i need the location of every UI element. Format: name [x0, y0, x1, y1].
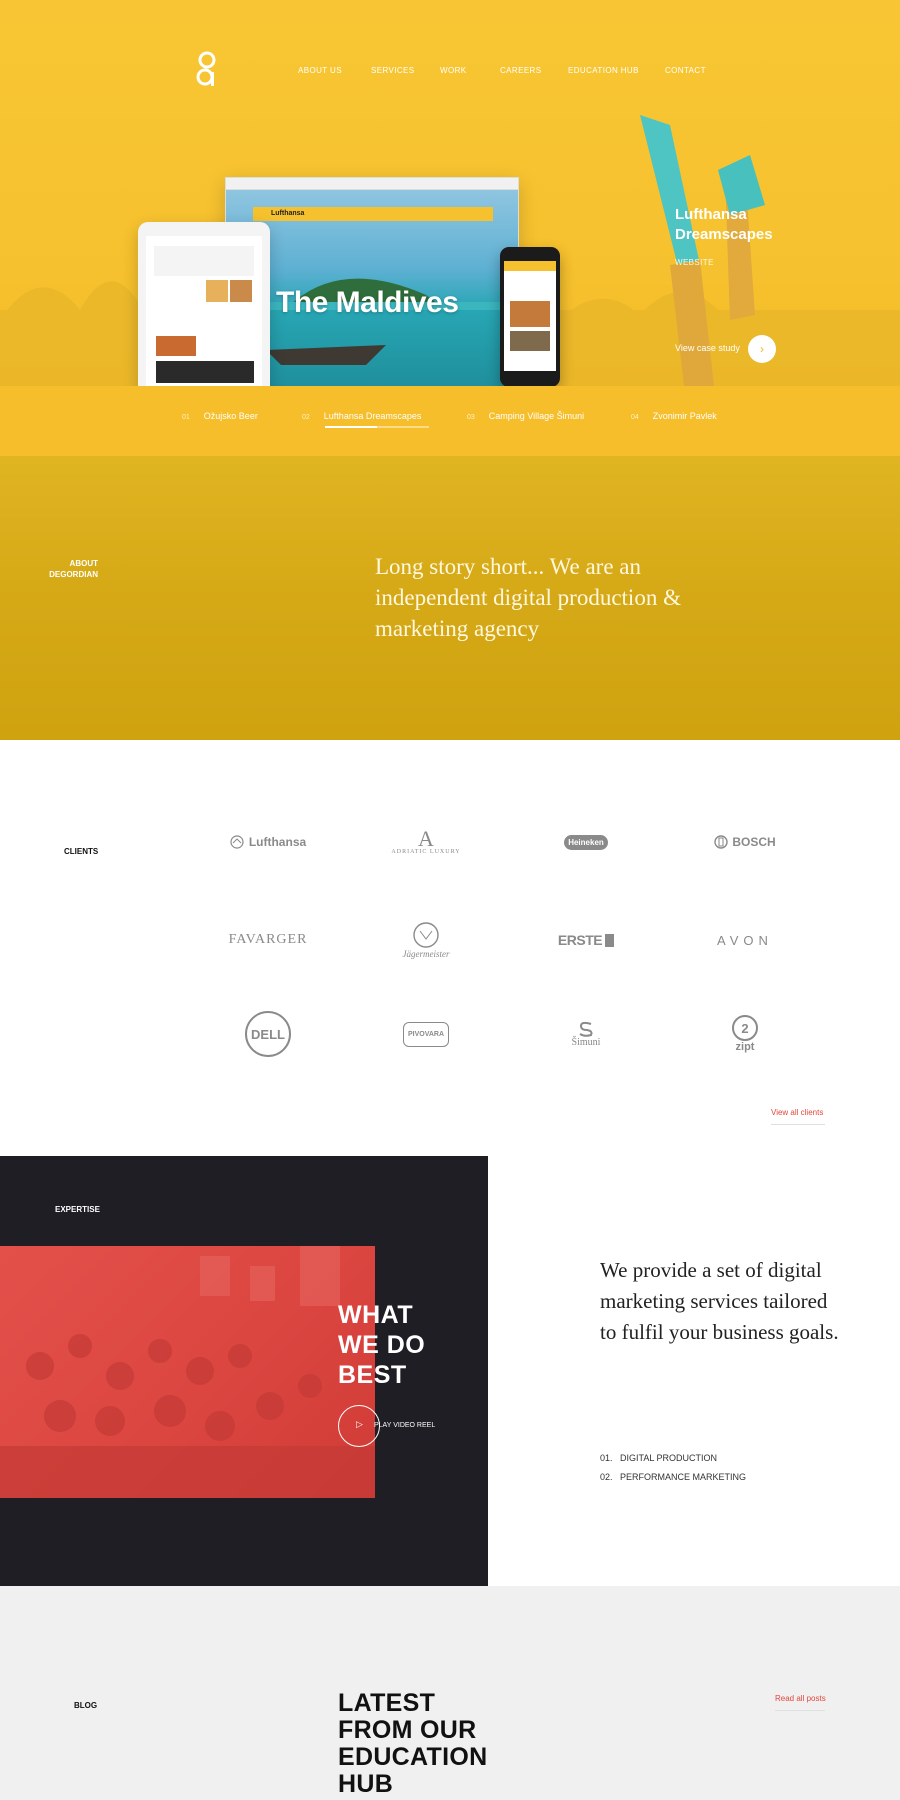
team-photo: [0, 1246, 375, 1498]
case-study-slider: 01 Ožujsko Beer 02 Lufthansa Dreamscapes 0…: [0, 386, 900, 456]
client-logo-bosch: BOSCH: [685, 817, 805, 867]
client-logo-lufthansa: Lufthansa: [208, 817, 328, 867]
browser-bar: [226, 178, 518, 190]
erste-s-icon: [605, 933, 615, 947]
view-all-clients-underline: [771, 1124, 825, 1125]
view-all-clients-link[interactable]: View all clients: [771, 1108, 823, 1117]
clients-label: CLIENTS: [64, 847, 99, 856]
phone-mockup: [500, 247, 560, 387]
client-logo-heineken: Heineken: [526, 817, 646, 867]
nav-education-hub[interactable]: EDUCATION HUB: [568, 66, 639, 75]
about-section: ABOUT DEGORDIAN Long story short... We ar…: [0, 456, 900, 740]
case-study-type: WEBSITE: [675, 258, 714, 267]
tablet-mockup: [138, 222, 270, 400]
about-label: ABOUT DEGORDIAN: [49, 559, 98, 579]
blog-label: BLOG: [74, 1701, 98, 1710]
nav-work[interactable]: WORK: [440, 66, 467, 75]
client-logo-jagermeister: Jägermeister: [366, 915, 486, 965]
client-logo-simuni: Šimuni: [526, 1009, 646, 1059]
client-logo-pivovara: PIVOVARA: [366, 1009, 486, 1059]
team-crowd-graphic: [0, 1246, 375, 1498]
view-case-study-link[interactable]: View case study: [675, 343, 740, 353]
nav-about-us[interactable]: ABOUT US: [298, 66, 342, 75]
tablet-screen: [146, 236, 262, 386]
read-all-posts-underline: [775, 1710, 825, 1711]
next-arrow-button[interactable]: ›: [748, 335, 776, 363]
nav-services[interactable]: SERVICES: [371, 66, 415, 75]
degordian-logo[interactable]: [194, 50, 224, 90]
nav-careers[interactable]: CAREERS: [500, 66, 541, 75]
about-text: Long story short... We are an independen…: [375, 554, 681, 641]
slide-tab-1[interactable]: 01 Ožujsko Beer: [182, 411, 258, 421]
slide-tab-4[interactable]: 04 Zvonimir Pavlek: [631, 411, 717, 421]
jagermeister-stag-icon: [413, 922, 439, 948]
boat-graphic: [266, 345, 386, 365]
slide-tab-3[interactable]: 03 Camping Village Šimuni: [467, 411, 584, 421]
expertise-label: EXPERTISE: [55, 1205, 100, 1214]
blog-heading: LATEST FROM OUR EDUCATION HUB: [338, 1689, 488, 1798]
play-icon: ▷: [356, 1419, 363, 1429]
expertise-item-performance-marketing[interactable]: 02. PERFORMANCE MARKETING: [600, 1468, 746, 1487]
slide-progress-bar: [325, 426, 429, 428]
what-we-do-best-heading: WHAT WE DO BEST: [338, 1301, 426, 1389]
client-logo-erste: ERSTE: [526, 915, 646, 965]
client-logo-favarger: FAVARGER: [228, 932, 308, 947]
simuni-s-icon: [579, 1021, 593, 1037]
bosch-armature-icon: [714, 835, 729, 849]
play-video-label[interactable]: PLAY VIDEO REEL: [374, 1422, 435, 1429]
chevron-right-icon: ›: [760, 342, 764, 356]
client-logo-adriatic-luxury: A ADRIATIC LUXURY: [391, 826, 461, 856]
case-study-title: Lufthansa Dreamscapes: [675, 206, 773, 243]
expertise-list: 01. DIGITAL PRODUCTION 02. PERFORMANCE M…: [600, 1449, 746, 1487]
adriatic-a-icon: A: [418, 826, 434, 851]
client-logo-dell: DELL: [208, 1009, 328, 1059]
lufthansa-badge: Lufthansa: [253, 207, 493, 221]
client-logo-zipt: 2 zipt: [685, 1009, 805, 1059]
zipt-2-icon: 2: [732, 1015, 758, 1041]
phone-screen: [504, 261, 556, 371]
maldives-title: The Maldives: [276, 286, 459, 319]
expertise-item-digital-production[interactable]: 01. DIGITAL PRODUCTION: [600, 1449, 746, 1468]
slide-tab-2[interactable]: 02 Lufthansa Dreamscapes: [302, 411, 421, 421]
nav-contact[interactable]: CONTACT: [665, 66, 706, 75]
expertise-text: We provide a set of digital marketing se…: [600, 1258, 839, 1344]
read-all-posts-link[interactable]: Read all posts: [775, 1694, 826, 1703]
lufthansa-crane-icon: [230, 835, 244, 849]
client-logo-avon: AVON: [717, 932, 773, 948]
